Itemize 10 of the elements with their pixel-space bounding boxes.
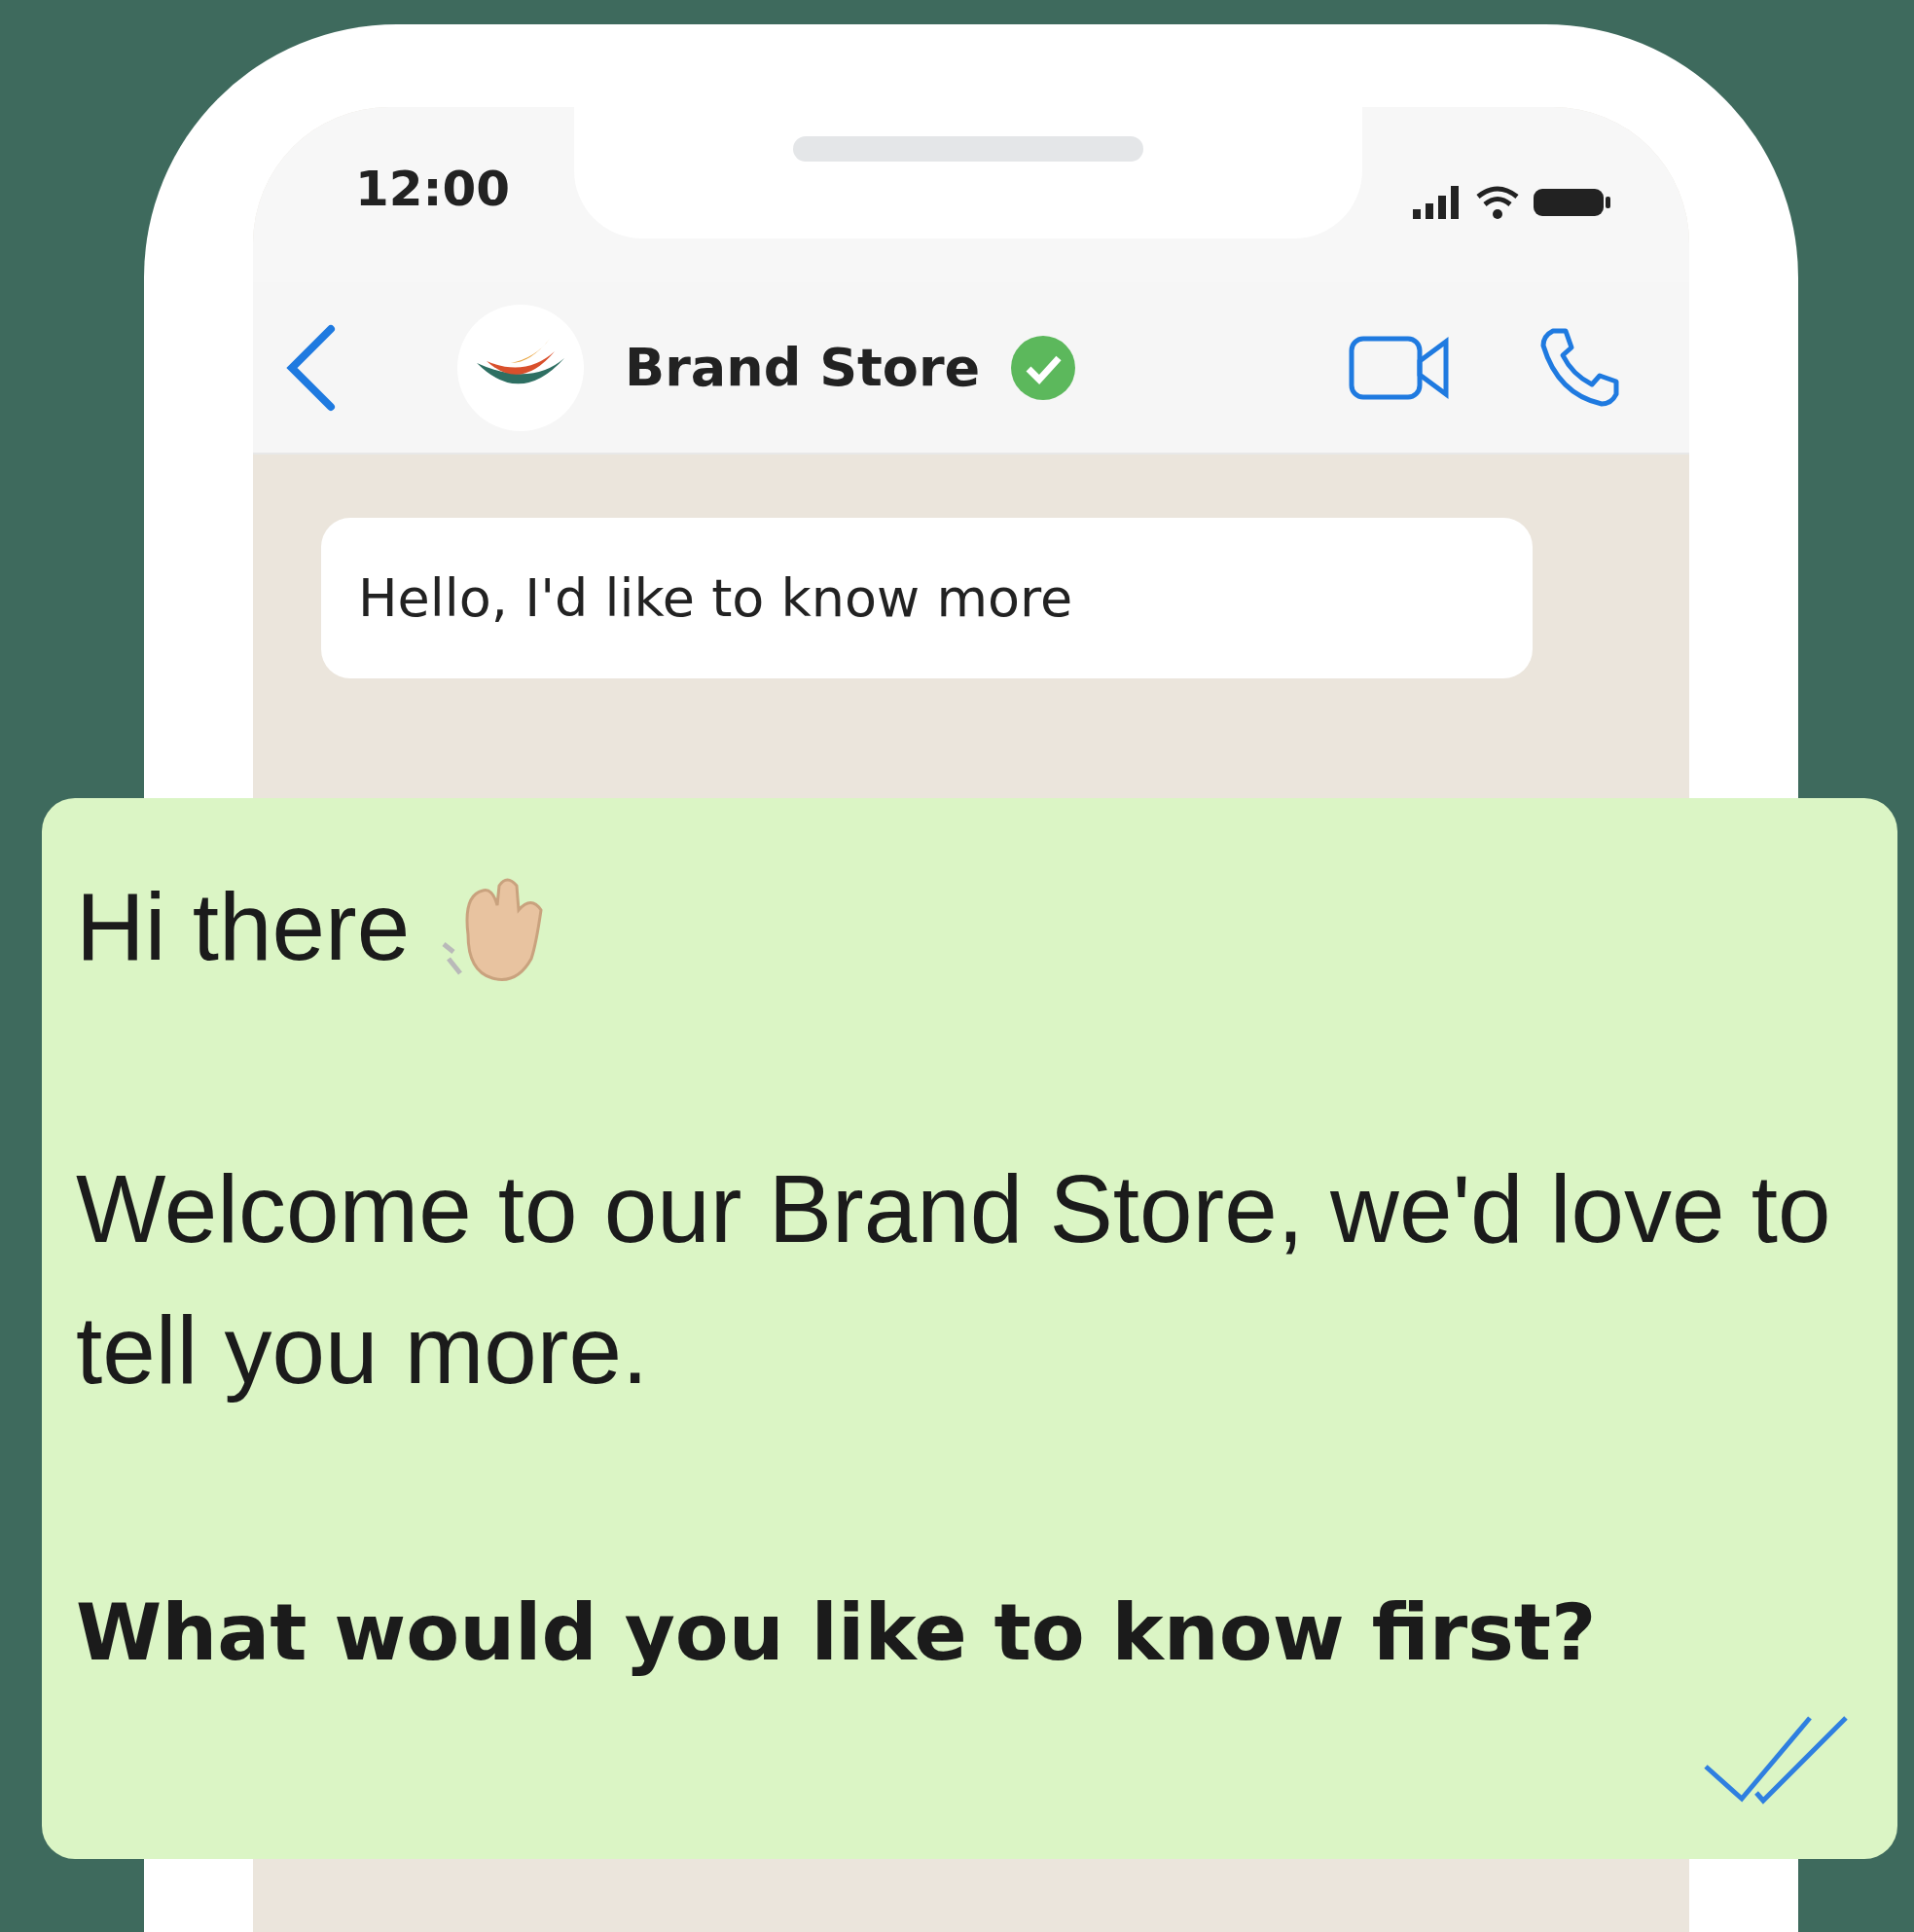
phone-icon[interactable] (1538, 326, 1621, 409)
battery-icon (1534, 187, 1611, 218)
message-text: Welcome to our Brand Store, we'd love to tell you more. (76, 1154, 1832, 1405)
signal-icon (1413, 186, 1462, 219)
wifi-icon (1475, 185, 1520, 220)
message-text: Hi there (76, 872, 411, 982)
message-text: What would you like to know first? (76, 1586, 1598, 1680)
status-time: 12:00 (355, 161, 511, 217)
incoming-message: Hello, I'd like to know more (321, 518, 1533, 678)
contact-name: Brand Store (625, 337, 981, 398)
